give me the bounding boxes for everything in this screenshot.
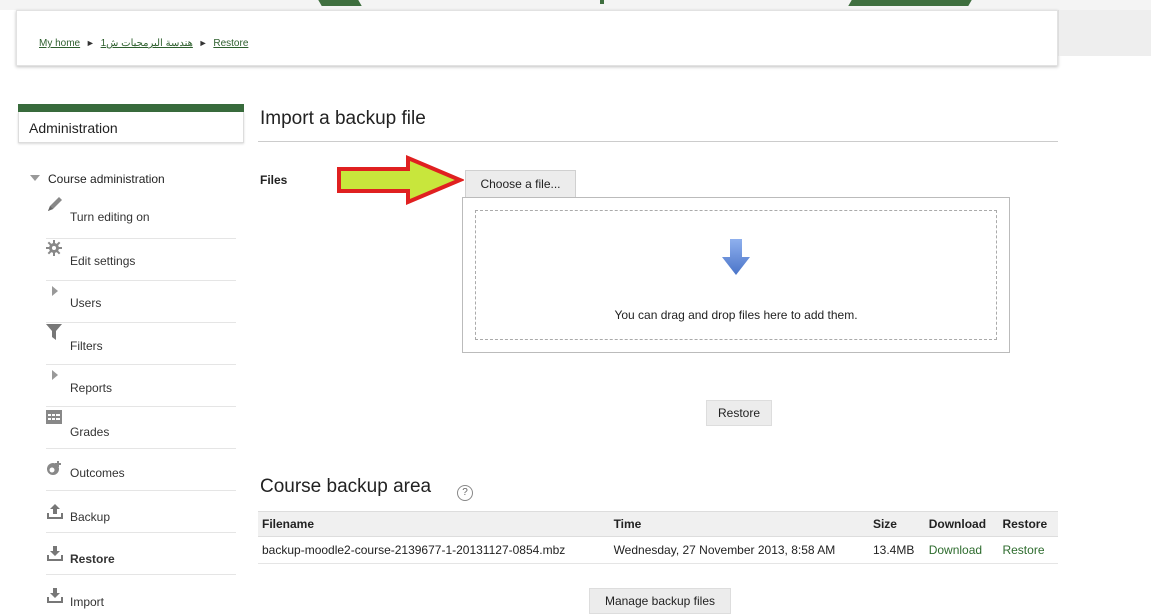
- backup-area-title: Course backup area: [260, 476, 432, 497]
- sidebar-item-restore[interactable]: Restore: [46, 532, 236, 575]
- gear-icon: [46, 240, 64, 258]
- collapse-triangle-icon: [30, 175, 40, 181]
- dropzone-dashed-area[interactable]: You can drag and drop files here to add …: [475, 210, 997, 340]
- breadcrumb-bar: My home ► هندسة البرمجيات ش1 ► Restore: [16, 10, 1058, 66]
- expand-arrow-icon: [52, 370, 58, 380]
- sidebar-item-filters[interactable]: Filters: [46, 322, 236, 365]
- sidebar-item-reports[interactable]: Reports: [46, 364, 236, 407]
- header-side-panel: [1058, 10, 1151, 56]
- column-header-time: Time: [609, 511, 869, 537]
- choose-file-button[interactable]: Choose a file...: [465, 170, 576, 197]
- expand-arrow-icon: [52, 286, 58, 296]
- download-link[interactable]: Download: [929, 543, 982, 557]
- download-icon: [46, 546, 64, 564]
- sidebar-item-turn-editing-on[interactable]: Turn editing on: [46, 196, 236, 239]
- sidebar-item-label: Turn editing on: [70, 210, 150, 224]
- column-header-filename: Filename: [258, 511, 610, 537]
- column-header-size: Size: [868, 511, 925, 537]
- sidebar-item-label: Grades: [70, 425, 110, 439]
- backup-files-table: Filename Time Size Download Restore back…: [258, 511, 1058, 564]
- outcomes-icon: [46, 460, 64, 478]
- top-banner: [0, 0, 1151, 10]
- upload-icon: [46, 504, 64, 522]
- breadcrumb-home-link[interactable]: My home: [39, 38, 80, 49]
- block-header-bar: [18, 104, 244, 112]
- file-dropzone[interactable]: You can drag and drop files here to add …: [462, 197, 1010, 353]
- title-divider: [258, 141, 1058, 142]
- backup-size: 13.4MB: [868, 536, 925, 564]
- drop-arrow-icon: [722, 239, 750, 275]
- column-header-download: Download: [924, 511, 999, 537]
- course-administration-label: Course administration: [48, 172, 165, 186]
- breadcrumb-separator: ►: [198, 38, 208, 48]
- course-administration-toggle[interactable]: Course administration: [30, 172, 165, 186]
- breadcrumb-separator: ►: [85, 38, 95, 48]
- grades-table-icon: [46, 410, 64, 428]
- breadcrumb-restore-link[interactable]: Restore: [213, 38, 248, 49]
- restore-button[interactable]: Restore: [706, 400, 772, 426]
- breadcrumb: My home ► هندسة البرمجيات ش1 ► Restore: [39, 38, 248, 49]
- administration-title: Administration: [18, 112, 244, 143]
- sidebar-item-label: Outcomes: [70, 466, 125, 480]
- banner-decoration: [600, 0, 604, 4]
- funnel-icon: [46, 324, 64, 342]
- sidebar-item-label: Reports: [70, 381, 113, 395]
- help-icon[interactable]: ?: [457, 485, 473, 501]
- sidebar-item-label: Backup: [70, 510, 111, 524]
- sidebar-item-label: Filters: [70, 339, 103, 353]
- download-icon: [46, 588, 64, 606]
- sidebar-item-label: Edit settings: [70, 254, 136, 268]
- sidebar-item-outcomes[interactable]: Outcomes: [46, 448, 236, 491]
- page-title: Import a backup file: [260, 108, 426, 129]
- restore-link[interactable]: Restore: [1002, 543, 1044, 557]
- sidebar-item-import[interactable]: Import: [46, 574, 236, 616]
- pencil-icon: [46, 196, 64, 214]
- backup-time: Wednesday, 27 November 2013, 8:58 AM: [609, 536, 869, 564]
- dropzone-text: You can drag and drop files here to add …: [614, 308, 858, 322]
- backup-filename: backup-moodle2-course-2139677-1-20131127…: [258, 536, 610, 564]
- banner-decoration: [848, 0, 972, 6]
- sidebar-item-backup[interactable]: Backup: [46, 490, 236, 533]
- table-row: backup-moodle2-course-2139677-1-20131127…: [258, 536, 1058, 564]
- callout-arrow-icon: [337, 155, 464, 205]
- sidebar-item-label: Restore: [70, 552, 115, 566]
- administration-block: Administration: [18, 104, 244, 143]
- sidebar-item-users[interactable]: Users: [46, 280, 236, 323]
- manage-backup-files-button[interactable]: Manage backup files: [589, 588, 731, 614]
- column-header-restore: Restore: [998, 511, 1058, 537]
- sidebar-item-grades[interactable]: Grades: [46, 406, 236, 449]
- banner-decoration: [318, 0, 362, 6]
- breadcrumb-course-link[interactable]: هندسة البرمجيات ش1: [101, 38, 193, 49]
- sidebar-item-label: Import: [70, 595, 105, 609]
- files-label: Files: [260, 173, 288, 187]
- table-header-row: Filename Time Size Download Restore: [258, 511, 1058, 537]
- sidebar-item-label: Users: [70, 296, 102, 310]
- sidebar-item-edit-settings[interactable]: Edit settings: [46, 238, 236, 281]
